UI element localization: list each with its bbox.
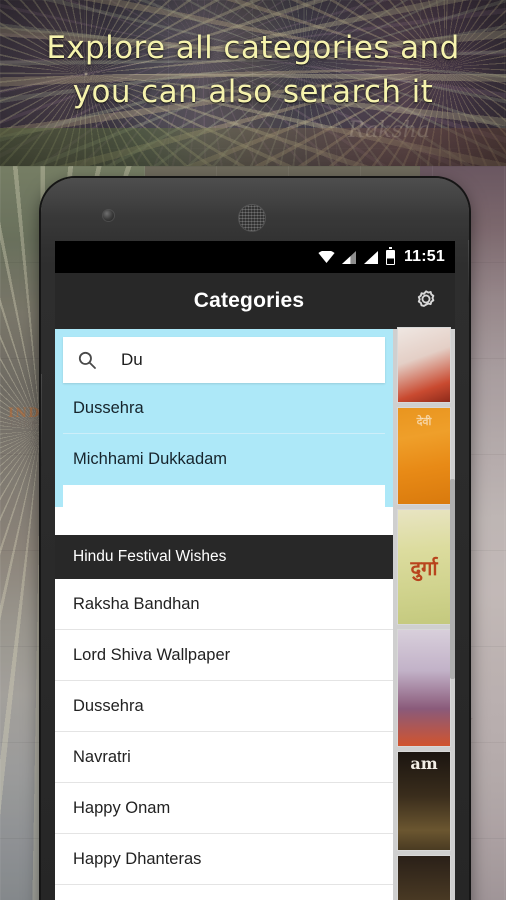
search-icon bbox=[77, 350, 97, 370]
phone-screen: 11:51 Categories देवी दुर्गा am Hindu Fe… bbox=[55, 241, 455, 900]
list-item-ganesh-chaturthi[interactable]: Ganesh Chaturthi bbox=[55, 885, 393, 900]
battery-icon bbox=[385, 246, 395, 265]
front-camera-icon bbox=[103, 210, 114, 221]
suggestion-list-tail bbox=[63, 485, 385, 507]
list-item-label: Raksha Bandhan bbox=[73, 594, 200, 613]
app-content: देवी दुर्गा am Hindu Festival Wishes Rak… bbox=[55, 327, 455, 900]
thumbnail-item[interactable]: दुर्गा bbox=[397, 509, 451, 625]
promo-headline-line2: you can also serarch it bbox=[72, 74, 434, 110]
signal-icon-2 bbox=[363, 250, 379, 264]
list-item-label: Happy Dhanteras bbox=[73, 849, 202, 868]
earpiece-speaker-icon bbox=[239, 205, 265, 231]
list-item-happy-onam[interactable]: Happy Onam bbox=[55, 783, 393, 834]
thumbnail-caption: am bbox=[410, 754, 438, 773]
search-overlay: Du Dussehra Michhami Dukkadam bbox=[55, 329, 393, 507]
search-field[interactable]: Du bbox=[63, 337, 385, 383]
screenshot-root: Raksha Explore all categories and you ca… bbox=[0, 0, 506, 900]
volume-button[interactable] bbox=[41, 374, 42, 466]
phone-device: 11:51 Categories देवी दुर्गा am Hindu Fe… bbox=[41, 178, 469, 900]
promo-headline: Explore all categories and you can also … bbox=[0, 26, 506, 114]
search-input[interactable]: Du bbox=[121, 350, 143, 370]
suggestion-label: Dussehra bbox=[73, 398, 144, 417]
list-item-label: Navratri bbox=[73, 747, 131, 766]
suggestion-item-dussehra[interactable]: Dussehra bbox=[63, 383, 385, 434]
status-bar: 11:51 bbox=[55, 241, 455, 273]
content-scrollbar[interactable] bbox=[450, 479, 455, 679]
thumbnail-caption: दुर्गा bbox=[410, 556, 438, 580]
wifi-icon bbox=[318, 251, 335, 263]
list-item-raksha-bandhan[interactable]: Raksha Bandhan bbox=[55, 579, 393, 630]
list-item-label: Lord Shiva Wallpaper bbox=[73, 645, 231, 664]
signal-icon-1 bbox=[341, 250, 357, 264]
thumbnail-item[interactable] bbox=[397, 855, 451, 900]
section-header: Hindu Festival Wishes bbox=[55, 535, 393, 579]
thumbnail-strip: देवी दुर्गा am bbox=[393, 327, 455, 900]
thumbnail-item[interactable] bbox=[397, 629, 451, 747]
suggestion-label: Michhami Dukkadam bbox=[73, 450, 228, 468]
thumbnail-item[interactable]: देवी bbox=[397, 407, 451, 505]
status-bar-clock: 11:51 bbox=[403, 248, 445, 265]
action-bar: Categories bbox=[55, 273, 455, 329]
thumbnail-item[interactable]: am bbox=[397, 751, 451, 851]
list-item-label: Happy Onam bbox=[73, 798, 171, 817]
search-suggestions: Dussehra Michhami Dukkadam bbox=[63, 383, 385, 485]
thumbnail-item[interactable] bbox=[397, 327, 451, 403]
power-button[interactable] bbox=[468, 240, 469, 302]
thumbnail-caption: देवी bbox=[416, 415, 432, 428]
list-item-happy-dhanteras[interactable]: Happy Dhanteras bbox=[55, 834, 393, 885]
suggestion-item-michhami-dukkadam[interactable]: Michhami Dukkadam bbox=[63, 434, 385, 485]
category-list: Raksha Bandhan Lord Shiva Wallpaper Duss… bbox=[55, 579, 393, 900]
list-item-lord-shiva-wallpaper[interactable]: Lord Shiva Wallpaper bbox=[55, 630, 393, 681]
list-item-navratri[interactable]: Navratri bbox=[55, 732, 393, 783]
promo-headline-line1: Explore all categories and bbox=[46, 30, 460, 66]
settings-button[interactable] bbox=[397, 273, 455, 329]
list-item-label: Dussehra bbox=[73, 696, 144, 715]
gear-icon bbox=[413, 286, 439, 317]
page-title: Categories bbox=[193, 289, 305, 312]
promo-banner: Raksha Explore all categories and you ca… bbox=[0, 0, 506, 168]
list-item-dussehra[interactable]: Dussehra bbox=[55, 681, 393, 732]
